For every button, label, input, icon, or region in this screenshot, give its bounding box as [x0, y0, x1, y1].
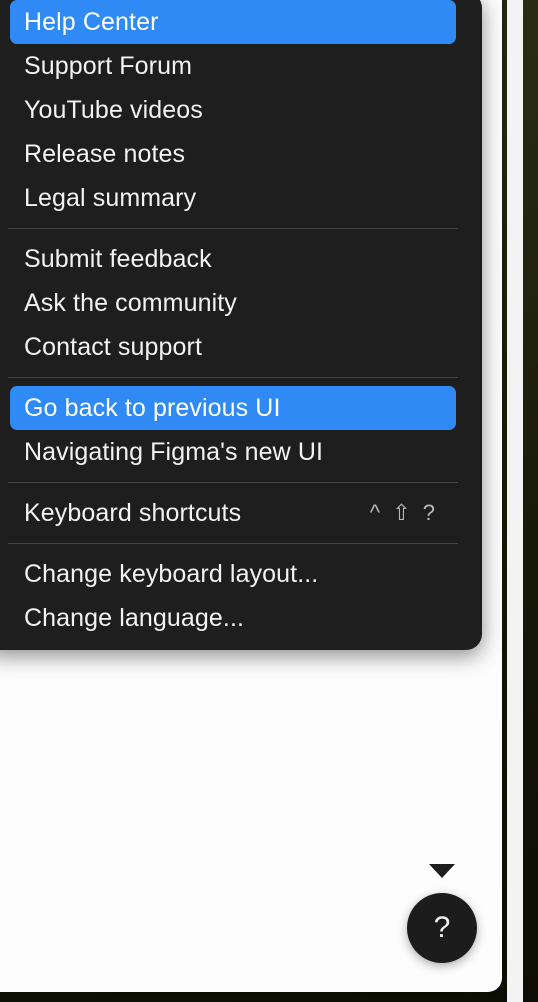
menu-group: Help Center Support Forum YouTube videos Re… [0, 0, 482, 220]
menu-group: Change keyboard layout... Change language… [0, 552, 482, 640]
menu-item-label: Legal summary [24, 183, 197, 212]
menu-item-shortcut: ^ ⇧ ? [369, 500, 438, 525]
menu-item-label: Support Forum [24, 51, 193, 80]
menu-item-change-keyboard-layout[interactable]: Change keyboard layout... [10, 552, 456, 596]
menu-item-label: Contact support [24, 332, 202, 361]
menu-item-navigating-figma-s-new-ui[interactable]: Navigating Figma's new UI [10, 430, 456, 474]
menu-group: Submit feedback Ask the community Contact … [0, 237, 482, 369]
menu-item-submit-feedback[interactable]: Submit feedback [10, 237, 456, 281]
menu-item-help-center[interactable]: Help Center [10, 0, 456, 44]
menu-separator [8, 482, 458, 483]
menu-pointer-arrow [429, 864, 455, 878]
menu-item-label: Keyboard shortcuts [24, 498, 242, 527]
question-mark-icon: ? [433, 911, 451, 944]
menu-group: Go back to previous UI Navigating Figma's… [0, 386, 482, 474]
menu-separator [8, 228, 458, 229]
menu-item-change-language[interactable]: Change language... [10, 596, 456, 640]
menu-item-legal-summary[interactable]: Legal summary [10, 176, 456, 220]
menu-item-label: Change keyboard layout... [24, 559, 319, 588]
menu-item-youtube-videos[interactable]: YouTube videos [10, 88, 456, 132]
menu-separator [8, 543, 458, 544]
vertical-scrollbar-track[interactable] [507, 0, 523, 1002]
menu-item-go-back-to-previous-ui[interactable]: Go back to previous UI [10, 386, 456, 430]
menu-item-release-notes[interactable]: Release notes [10, 132, 456, 176]
help-menu-popover: Help Center Support Forum YouTube videos Re… [0, 0, 482, 650]
menu-item-keyboard-shortcuts[interactable]: Keyboard shortcuts ^ ⇧ ? [10, 491, 456, 535]
menu-item-contact-support[interactable]: Contact support [10, 325, 456, 369]
menu-item-label: YouTube videos [24, 95, 203, 124]
menu-item-label: Release notes [24, 139, 186, 168]
menu-item-label: Change language... [24, 603, 245, 632]
menu-item-label: Submit feedback [24, 244, 212, 273]
menu-item-ask-the-community[interactable]: Ask the community [10, 281, 456, 325]
menu-item-label: Go back to previous UI [24, 393, 281, 422]
menu-group: Keyboard shortcuts ^ ⇧ ? [0, 491, 482, 535]
menu-separator [8, 377, 458, 378]
menu-item-label: Navigating Figma's new UI [24, 437, 324, 466]
menu-item-label: Help Center [24, 7, 159, 36]
help-floating-button[interactable]: ? [407, 893, 477, 963]
menu-item-label: Ask the community [24, 288, 237, 317]
menu-item-support-forum[interactable]: Support Forum [10, 44, 456, 88]
